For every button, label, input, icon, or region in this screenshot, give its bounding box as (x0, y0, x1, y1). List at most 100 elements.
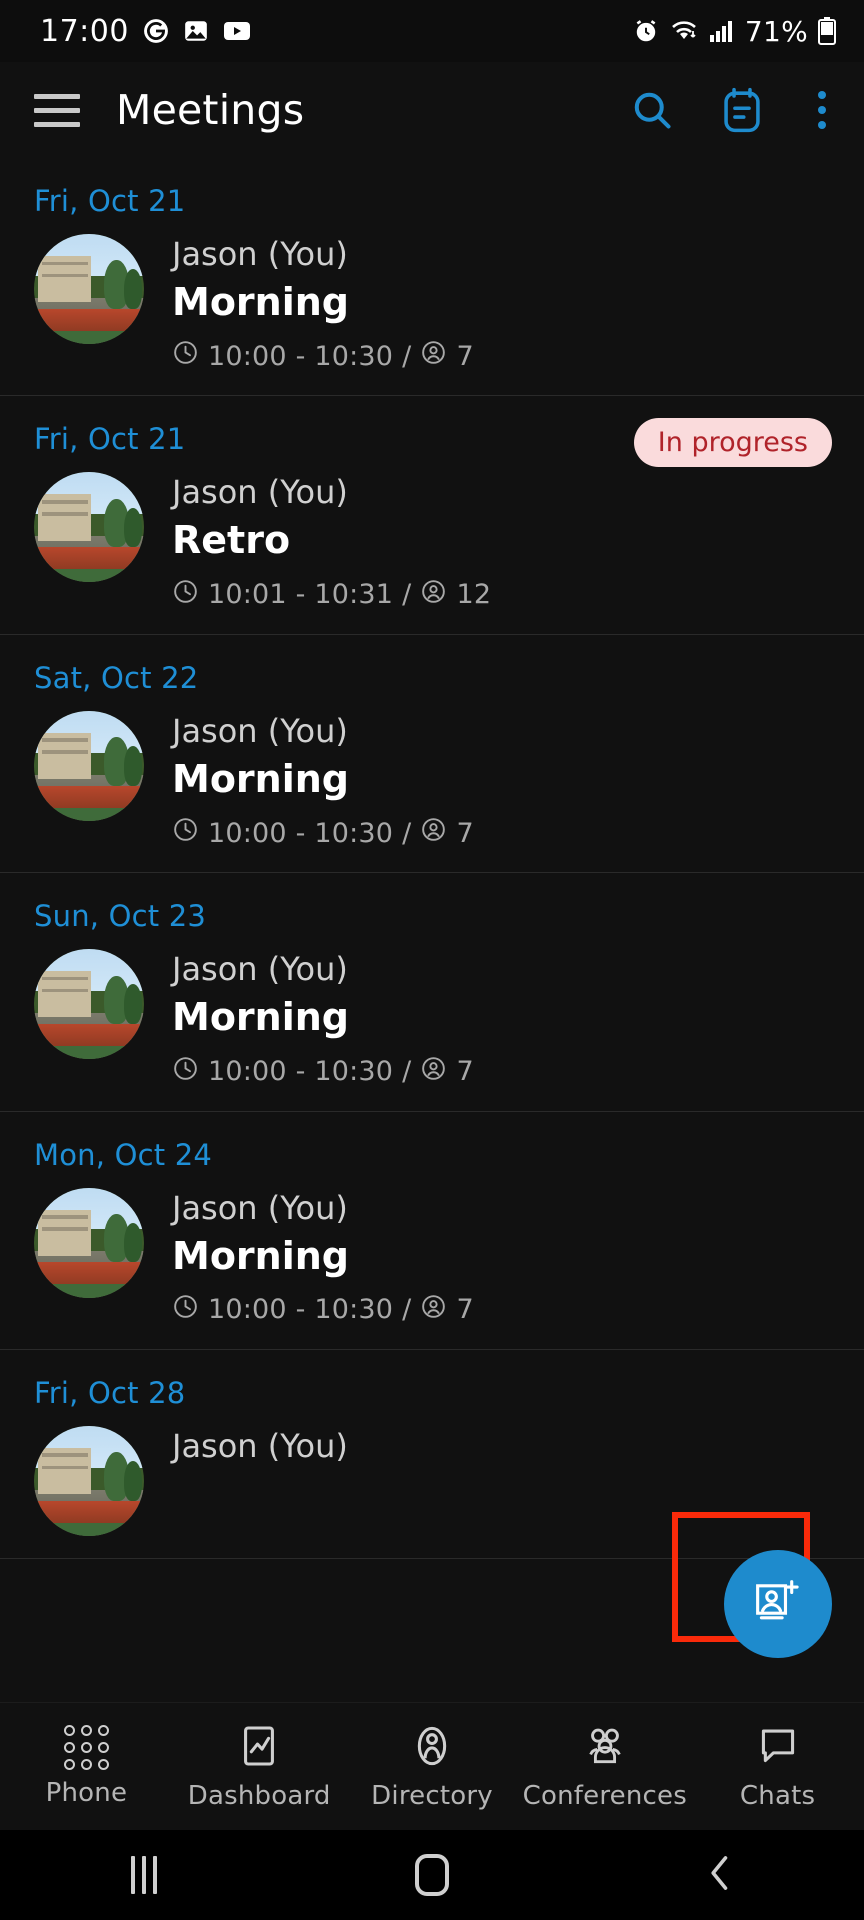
clock-icon (172, 1293, 199, 1327)
meeting-time: 10:00 - 10:30 (208, 340, 394, 372)
nav-item-conferences[interactable]: Conferences (518, 1723, 691, 1811)
meeting-meta: 10:00 - 10:30 / 7 (172, 339, 474, 373)
meeting-date: Fri, Oct 21 (34, 184, 186, 218)
meeting-title: Morning (172, 1233, 349, 1278)
meta-separator: / (402, 579, 412, 611)
app-bar: Meetings (0, 62, 864, 158)
meeting-title: Retro (172, 518, 291, 563)
meeting-body: Jason (You) (0, 1425, 864, 1536)
meeting-owner: Jason (You) (172, 473, 348, 512)
group-icon (582, 1723, 628, 1773)
meeting-title: Morning (172, 280, 349, 324)
nav-item-chats[interactable]: Chats (691, 1723, 864, 1811)
avatar (34, 1187, 144, 1298)
list-item[interactable]: Fri, Oct 21 In progress Jason (You) Retr… (0, 396, 864, 635)
add-meeting-icon (751, 1575, 805, 1633)
meeting-title: Morning (172, 995, 349, 1040)
meeting-time: 10:00 - 10:30 (208, 817, 394, 849)
participant-count: 7 (456, 817, 474, 849)
meetings-list[interactable]: Fri, Oct 21 Jason (You) Morning 10:00 - … (0, 158, 864, 1702)
meeting-meta: 10:00 - 10:30 / 7 (172, 1293, 474, 1327)
phone-screen: 17:00 71% Meetings Fri, Oct 21 Jason (Yo… (0, 0, 864, 1920)
hamburger-menu-icon[interactable] (34, 93, 80, 127)
nav-item-phone[interactable]: Phone (0, 1725, 173, 1808)
meta-separator: / (402, 1056, 412, 1088)
list-item[interactable]: Mon, Oct 24 Jason (You) Morning 10:00 - … (0, 1111, 864, 1350)
gallery-icon (183, 18, 209, 44)
recents-icon (131, 1856, 157, 1894)
add-meeting-button[interactable] (724, 1550, 832, 1658)
meta-separator: / (402, 1294, 412, 1326)
status-bar-left: 17:00 (40, 14, 251, 49)
status-bar: 17:00 71% (0, 0, 864, 62)
list-item[interactable]: Fri, Oct 21 Jason (You) Morning 10:00 - … (0, 158, 864, 397)
meeting-date: Mon, Oct 24 (34, 1137, 213, 1172)
meeting-info: Jason (You) (172, 1426, 348, 1466)
meeting-info: Jason (You) Morning 10:00 - 10:30 / 7 (172, 234, 474, 373)
speech-bubble-icon (755, 1723, 801, 1773)
back-icon (703, 1851, 737, 1899)
battery-icon (818, 17, 836, 45)
meta-separator: / (402, 817, 412, 849)
meeting-owner: Jason (You) (172, 1426, 348, 1465)
list-item[interactable]: Fri, Oct 28 Jason (You) (0, 1349, 864, 1559)
g-circle-icon (143, 18, 169, 44)
bottom-navigation: Phone Dashboard Directory Conferences Ch… (0, 1702, 864, 1830)
meeting-body: Jason (You) Morning 10:00 - 10:30 / 7 (0, 234, 864, 373)
nav-label: Phone (45, 1778, 128, 1808)
participant-count: 7 (456, 1294, 474, 1326)
meeting-time: 10:00 - 10:30 (208, 1056, 394, 1088)
meeting-body: Jason (You) Morning 10:00 - 10:30 / 7 (0, 710, 864, 850)
participants-icon (420, 816, 447, 850)
participant-count: 12 (456, 579, 492, 611)
battery-percent: 71% (744, 14, 808, 48)
meeting-time: 10:00 - 10:30 (208, 1294, 394, 1326)
meeting-body: Jason (You) Morning 10:00 - 10:30 / 7 (0, 1187, 864, 1327)
android-navigation-bar (0, 1830, 864, 1920)
participant-count: 7 (456, 340, 474, 372)
home-icon (415, 1854, 449, 1896)
avatar (34, 472, 144, 583)
signal-icon (709, 19, 735, 43)
status-badge: In progress (633, 418, 832, 468)
meeting-info: Jason (You) Morning 10:00 - 10:30 / 7 (172, 1188, 474, 1327)
nav-item-directory[interactable]: Directory (346, 1723, 519, 1811)
meta-separator: / (402, 340, 412, 372)
clock-icon (172, 816, 199, 850)
meeting-owner: Jason (You) (172, 950, 348, 989)
list-item[interactable]: Sat, Oct 22 Jason (You) Morning 10:00 - … (0, 634, 864, 874)
meeting-title: Morning (172, 756, 349, 801)
page-title: Meetings (116, 86, 305, 134)
meeting-meta: 10:00 - 10:30 / 7 (172, 816, 474, 850)
meeting-meta: 10:01 - 10:31 / 12 (172, 578, 491, 612)
person-oval-icon (409, 1723, 455, 1773)
participants-icon (420, 1293, 447, 1327)
list-item[interactable]: Sun, Oct 23 Jason (You) Morning 10:00 - … (0, 873, 864, 1112)
meeting-body: Jason (You) Morning 10:00 - 10:30 / 7 (0, 949, 864, 1088)
nav-label: Dashboard (187, 1780, 331, 1811)
meeting-date: Sun, Oct 23 (34, 899, 207, 934)
status-bar-right: 71% (633, 15, 836, 48)
nav-label: Conferences (522, 1780, 687, 1811)
clock-icon (172, 578, 199, 612)
avatar (34, 1425, 144, 1536)
meeting-owner: Jason (You) (172, 1188, 348, 1227)
agenda-icon[interactable] (720, 87, 764, 133)
meeting-owner: Jason (You) (172, 235, 348, 273)
overflow-menu-icon[interactable] (810, 91, 834, 129)
avatar (34, 949, 144, 1060)
nav-label: Chats (739, 1780, 816, 1811)
back-button[interactable] (660, 1830, 780, 1920)
home-button[interactable] (372, 1830, 492, 1920)
search-icon[interactable] (630, 88, 674, 132)
meeting-date: Fri, Oct 28 (34, 1375, 186, 1410)
alarm-icon (633, 18, 659, 44)
nav-item-dashboard[interactable]: Dashboard (173, 1723, 346, 1811)
participant-count: 7 (456, 1056, 474, 1088)
recents-button[interactable] (84, 1830, 204, 1920)
participants-icon (420, 578, 447, 612)
fab-container (672, 1512, 832, 1658)
app-bar-actions (630, 87, 834, 133)
participants-icon (420, 339, 447, 373)
wifi-icon (669, 18, 699, 44)
